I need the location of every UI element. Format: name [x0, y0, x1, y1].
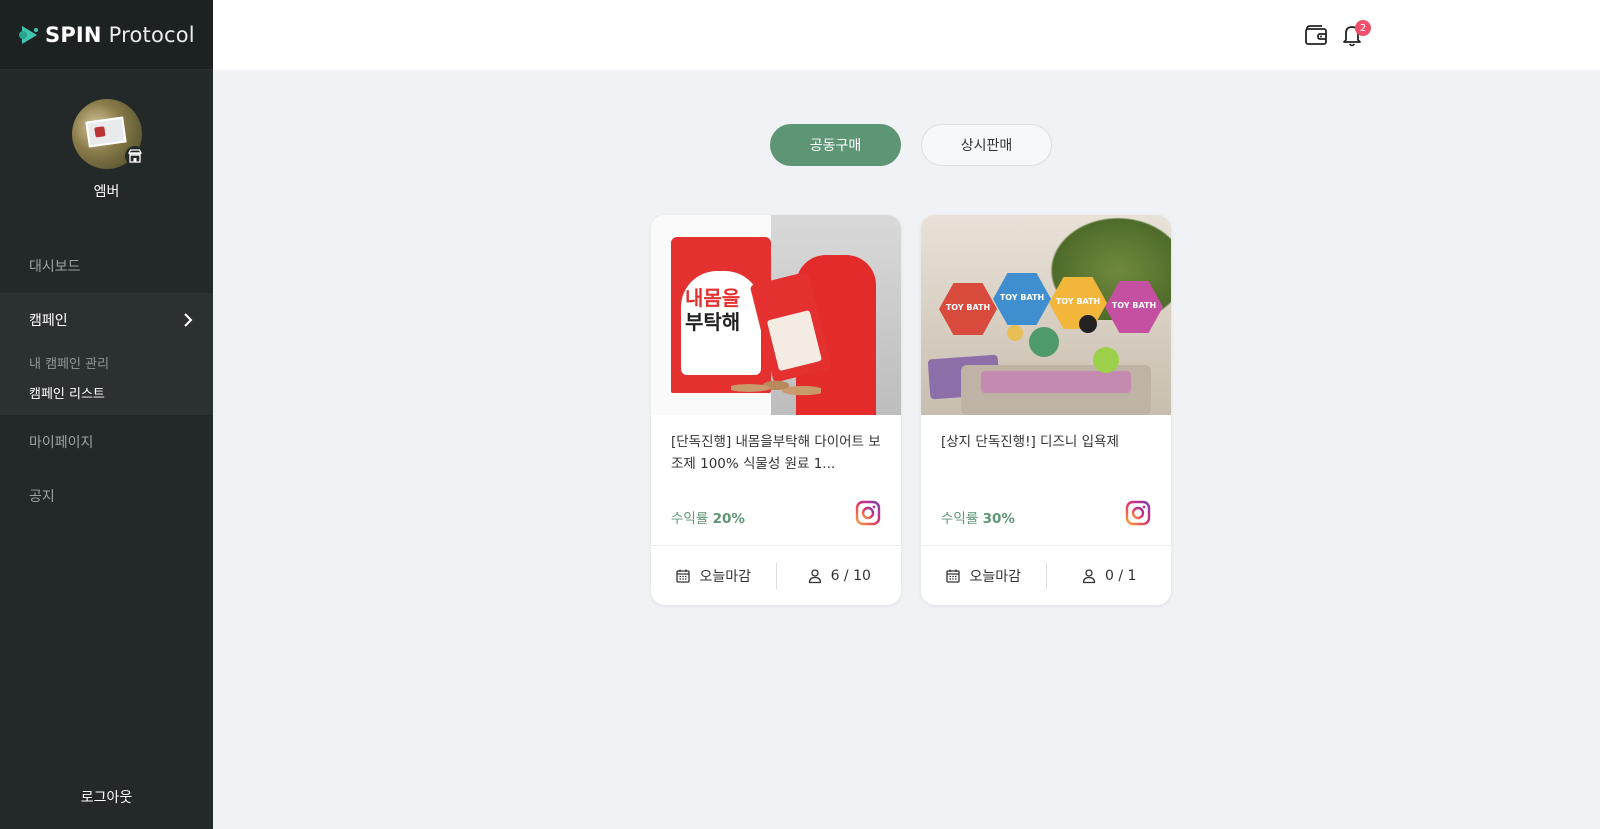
logout-button[interactable]: 로그아웃 [0, 787, 213, 807]
profit-label: 수익률 [671, 511, 709, 527]
card-footer: 오늘마감 0 / 1 [921, 545, 1171, 605]
sidebar-item-dashboard[interactable]: 대시보드 [0, 239, 213, 293]
participants: 0 / 1 [1047, 568, 1172, 584]
instagram-icon[interactable] [855, 500, 881, 526]
participant-count: 0 / 1 [1105, 567, 1137, 584]
sale-type-tabs: 공동구매 상시판매 [770, 124, 1052, 166]
calendar-icon [946, 569, 961, 583]
sidebar-item-campaign[interactable]: 캠페인 [0, 293, 213, 347]
brand-header[interactable]: SPIN Protocol [0, 0, 213, 70]
brand-name-bold: SPIN [45, 22, 102, 47]
sidebar-subitem-my-campaigns[interactable]: 내 캠페인 관리 [0, 347, 213, 377]
sidebar-subitem-campaign-list[interactable]: 캠페인 리스트 [0, 377, 213, 407]
deadline: 오늘마감 [651, 566, 776, 586]
card-body: [상지 단독진행!] 디즈니 입욕제 수익률 30% [921, 415, 1171, 545]
product-tag-text: TOY BATH [945, 303, 991, 312]
brand-name: SPIN Protocol [45, 23, 195, 47]
user-icon [808, 568, 821, 583]
brand-name-light: Protocol [108, 22, 195, 47]
card-footer: 오늘마감 6 / 10 [651, 545, 901, 605]
sidebar-item-campaign-label: 캠페인 [29, 313, 68, 329]
instagram-icon[interactable] [1125, 500, 1151, 526]
product-image-text-line1: 내몸을 [685, 286, 741, 310]
campaign-card[interactable]: TOY BATH TOY BATH TOY BATH TOY BATH [상지 … [921, 215, 1171, 605]
profit-value: 30% [982, 511, 1015, 527]
avatar[interactable] [71, 99, 145, 169]
topbar [213, 0, 1600, 70]
card-body: [단독진행] 내몸을부탁해 다이어트 보조제 100% 식물성 원료 1... … [651, 415, 901, 545]
profit-value: 20% [712, 511, 745, 527]
profile: 엠버 [0, 70, 213, 201]
calendar-icon [676, 569, 691, 583]
tab-group-buy[interactable]: 공동구매 [770, 124, 901, 166]
campaign-card-list: 내몸을 부탁해 [단독진행] 내몸을부탁해 다이어트 보조제 100% 식물성 … [651, 215, 1171, 605]
campaign-image[interactable]: TOY BATH TOY BATH TOY BATH TOY BATH [921, 215, 1171, 415]
campaign-image[interactable]: 내몸을 부탁해 [651, 215, 901, 415]
sidebar-item-mypage[interactable]: 마이페이지 [0, 415, 213, 469]
profile-name: 엠버 [93, 184, 120, 200]
participants: 6 / 10 [777, 568, 902, 584]
user-icon [1082, 568, 1096, 583]
spin-logo-icon [19, 25, 38, 44]
sidebar-nav: 대시보드 캠페인 내 캠페인 관리 캠페인 리스트 마이페이지 공지 [0, 239, 213, 523]
campaign-title[interactable]: [상지 단독진행!] 디즈니 입욕제 [941, 431, 1151, 475]
notification-badge: 2 [1355, 20, 1371, 36]
campaign-title[interactable]: [단독진행] 내몸을부탁해 다이어트 보조제 100% 식물성 원료 1... [671, 431, 881, 475]
product-image-text-line2: 부탁해 [685, 310, 741, 334]
deadline-label: 오늘마감 [699, 568, 752, 585]
product-tag-text: TOY BATH [1111, 301, 1157, 310]
participant-count: 6 / 10 [830, 567, 871, 584]
profit-rate: 수익률 20% [671, 507, 745, 527]
profit-rate: 수익률 30% [941, 507, 1015, 527]
sidebar-group-campaign: 캠페인 내 캠페인 관리 캠페인 리스트 [0, 293, 213, 415]
deadline-label: 오늘마감 [969, 568, 1022, 585]
sidebar: SPIN Protocol 엠버 대시보드 캠페인 내 캠페인 관리 캠페인 리… [0, 0, 213, 829]
chevron-right-icon [184, 313, 193, 327]
profit-label: 수익률 [941, 511, 979, 527]
wallet-icon[interactable] [1303, 22, 1329, 48]
product-tag-text: TOY BATH [1055, 297, 1101, 306]
product-tag-text: TOY BATH [999, 293, 1045, 302]
campaign-card[interactable]: 내몸을 부탁해 [단독진행] 내몸을부탁해 다이어트 보조제 100% 식물성 … [651, 215, 901, 605]
store-icon [124, 146, 145, 166]
tab-always-sale[interactable]: 상시판매 [921, 124, 1052, 166]
deadline: 오늘마감 [921, 566, 1046, 586]
sidebar-item-notice[interactable]: 공지 [0, 469, 213, 523]
